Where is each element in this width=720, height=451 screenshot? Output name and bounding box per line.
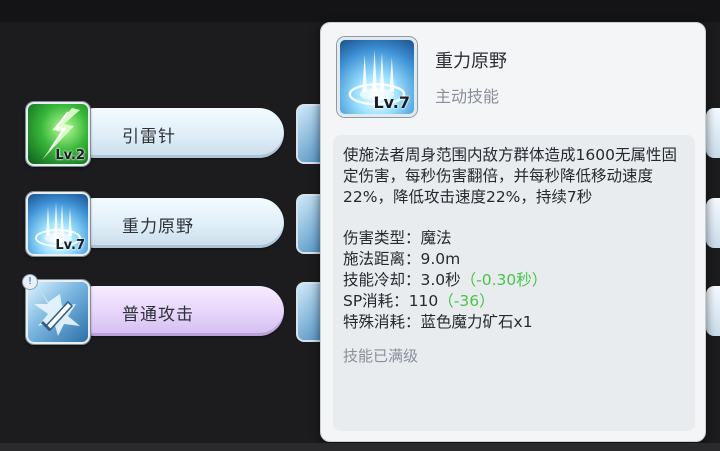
cooldown-bonus: （-0.30秒） xyxy=(460,271,548,289)
stat-cooldown: 技能冷却：3.0秒（-0.30秒） xyxy=(343,271,548,289)
tooltip-skill-type: 主动技能 xyxy=(435,87,500,106)
top-bar xyxy=(0,0,720,22)
hidden-skill-pill[interactable] xyxy=(706,286,720,336)
skill-tooltip: Lv.7 重力原野 主动技能 使施法者周身范围内敌方群体造成1600无属性固定伤… xyxy=(320,22,706,442)
max-level-note: 技能已满级 xyxy=(343,347,419,365)
hidden-skill-pill[interactable] xyxy=(706,108,720,158)
skill-name: 引雷针 xyxy=(122,127,176,147)
skill-pill-selected[interactable]: 普通攻击 xyxy=(70,286,284,336)
skill-description: 使施法者周身范围内敌方群体造成1600无属性固定伤害，每秒伤害翻倍，并每秒降低移… xyxy=(343,146,677,206)
stat-sp-cost: SP消耗：110（-36） xyxy=(343,292,495,310)
tooltip-skill-level: Lv.7 xyxy=(373,93,410,112)
skill-pill[interactable]: 引雷针 xyxy=(70,108,284,158)
gravity-field-icon: Lv.7 xyxy=(337,37,417,117)
tooltip-detail-box: 使施法者周身范围内敌方群体造成1600无属性固定伤害，每秒伤害翻倍，并每秒降低移… xyxy=(333,135,695,431)
skill-name: 普通攻击 xyxy=(122,305,194,325)
stat-range: 施法距离：9.0m xyxy=(343,250,461,268)
skill-stats: 伤害类型：魔法 施法距离：9.0m 技能冷却：3.0秒（-0.30秒） SP消耗… xyxy=(343,228,687,333)
skill-row-gravity-field[interactable]: 重力原野 Lv.7 xyxy=(26,192,286,256)
skill-row-normal-attack[interactable]: 普通攻击 ! xyxy=(22,274,286,344)
skill-row-lightning-rod[interactable]: 引雷针 Lv.2 xyxy=(26,102,286,166)
hidden-skill-pill[interactable] xyxy=(706,198,720,248)
gravity-field-icon[interactable]: Lv.7 xyxy=(26,192,90,256)
bottom-edge xyxy=(0,443,720,451)
tooltip-skill-name: 重力原野 xyxy=(435,51,507,72)
info-badge: ! xyxy=(22,274,38,290)
skill-level: Lv.2 xyxy=(55,148,85,163)
sp-bonus: （-36） xyxy=(438,292,495,310)
skill-name: 重力原野 xyxy=(122,217,194,237)
lightning-rod-icon[interactable]: Lv.2 xyxy=(26,102,90,166)
stat-special-cost: 特殊消耗：蓝色魔力矿石x1 xyxy=(343,313,533,331)
stat-damage-type: 伤害类型：魔法 xyxy=(343,229,452,247)
normal-attack-sword-icon[interactable] xyxy=(26,280,90,344)
skill-pill[interactable]: 重力原野 xyxy=(70,198,284,248)
skill-level: Lv.7 xyxy=(55,238,85,253)
